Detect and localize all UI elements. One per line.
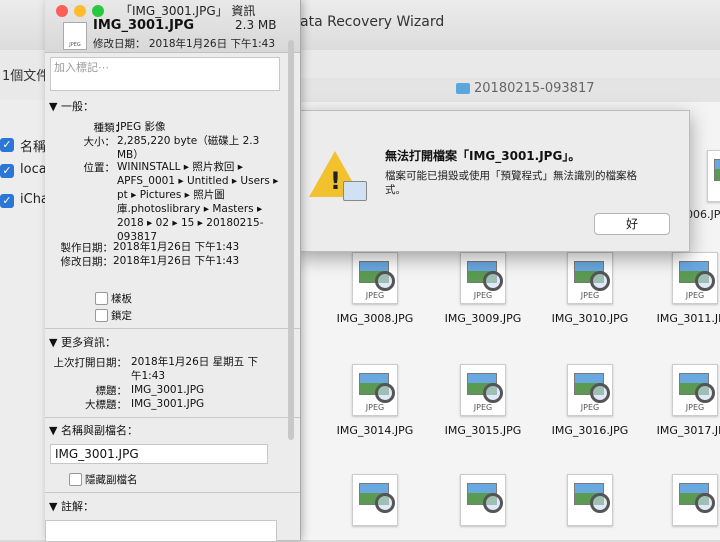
file-item-img-3009[interactable]: JPEG IMG_3009.JPG (433, 252, 533, 325)
file-name: IMG_3017.JPG (656, 424, 720, 437)
zoom-button[interactable] (92, 5, 104, 17)
ok-button[interactable]: 好 (594, 213, 670, 235)
file-item-img-3010[interactable]: JPEG IMG_3010.JPG (540, 252, 640, 325)
created-label: 製作日期： (60, 242, 114, 254)
get-info-window: 「IMG_3001.JPG」 資訊 JPEG IMG_3001.JPG 2.3 … (45, 0, 301, 542)
file-name: IMG_3014.JPG (336, 424, 414, 437)
hide-extension-checkbox[interactable] (69, 473, 82, 486)
folder-icon (456, 83, 470, 94)
tags-input[interactable]: 加入標記⋯ (50, 57, 280, 91)
jpeg-file-icon (352, 474, 398, 526)
jpeg-file-icon: JPEG (707, 150, 720, 202)
more-info-section-header[interactable]: ▼ 更多資訊： (49, 334, 116, 350)
last-opened-label: 上次打開日期： (53, 357, 128, 369)
last-opened-value: 2018年1月26日 星期五 下午1:43 (131, 356, 258, 382)
window-title: 「IMG_3001.JPG」 資訊 (120, 4, 256, 18)
file-item[interactable] (645, 474, 720, 526)
name-extension-section-header[interactable]: ▼ 名稱與副檔名： (49, 422, 138, 438)
general-section-header[interactable]: ▼ 一般： (49, 98, 94, 114)
file-name: IMG_3011.JPG (656, 312, 720, 325)
jpeg-file-icon: JPEG (352, 364, 398, 416)
header-file-name: IMG_3001.JPG (93, 18, 195, 33)
comments-section-header[interactable]: ▼ 註解： (49, 498, 94, 514)
divider (45, 328, 300, 329)
local-row-checkbox[interactable]: ✓ (0, 164, 14, 178)
modified-value: 2018年1月26日 下午1:43 (113, 255, 240, 267)
headline-label: 大標題： (85, 399, 127, 411)
stationery-checkbox[interactable] (95, 292, 108, 305)
divider (45, 492, 300, 493)
size-label: 大小： (83, 136, 116, 148)
title-label: 標題： (95, 385, 128, 397)
where-label: 位置： (83, 162, 116, 174)
stationery-label: 樣板 (111, 293, 132, 305)
file-item-img-3011[interactable]: JPEG IMG_3011.JPG (645, 252, 720, 325)
wizard-title: ata Recovery Wizard (300, 14, 445, 30)
jpeg-file-icon: JPEG (63, 22, 87, 50)
jpeg-file-icon (567, 474, 613, 526)
alert-message: 檔案可能已損毀或使用「預覽程式」無法識別的檔案格式。 (385, 170, 637, 196)
file-item-img-3016[interactable]: JPEG IMG_3016.JPG (540, 364, 640, 437)
header-modified-date: 修改日期： 2018年1月26日 下午1:43 (93, 38, 276, 50)
folder-name: 20180215-093817 (474, 81, 595, 96)
file-item-img-3017[interactable]: JPEG IMG_3017.JPG (645, 364, 720, 437)
locked-checkbox[interactable] (95, 309, 108, 322)
jpeg-file-icon: JPEG (672, 364, 718, 416)
divider (45, 417, 300, 418)
alert-title: 無法打開檔案「IMG_3001.JPG」。 (385, 149, 581, 163)
jpeg-file-icon: JPEG (460, 364, 506, 416)
minimize-button[interactable] (74, 5, 86, 17)
close-button[interactable] (56, 5, 68, 17)
kind-label: 種類： (93, 122, 126, 134)
jpeg-file-icon: JPEG (672, 252, 718, 304)
file-name: 006.JPG (686, 208, 720, 221)
scrollbar[interactable] (288, 40, 294, 440)
file-name: IMG_3015.JPG (444, 424, 522, 437)
jpeg-file-icon: JPEG (567, 364, 613, 416)
file-count-label: 1個文件 (2, 69, 50, 84)
wizard-left-panel: ✓ 名稱 ✓ loca ✓ iCha (0, 100, 49, 540)
name-column-label: 名稱 (20, 140, 47, 155)
info-titlebar[interactable]: 「IMG_3001.JPG」 資訊 JPEG IMG_3001.JPG 2.3 … (45, 0, 300, 53)
file-item[interactable] (325, 474, 425, 526)
where-value: WININSTALL ▸ 照片救回 ▸ APFS_0001 ▸ Untitled… (117, 161, 279, 243)
modified-label: 修改日期： (60, 256, 114, 268)
jpeg-file-icon (460, 474, 506, 526)
size-value: 2,285,220 byte（磁碟上 2.3 MB） (117, 135, 260, 161)
jpeg-file-icon: JPEG (460, 252, 506, 304)
header-file-size: 2.3 MB (235, 18, 277, 32)
hide-extension-label: 隱藏副檔名 (85, 474, 138, 486)
error-alert-dialog: ! 無法打開檔案「IMG_3001.JPG」。 檔案可能已損毀或使用「預覽程式」… (298, 110, 690, 252)
file-item-img-3008[interactable]: JPEG IMG_3008.JPG (325, 252, 425, 325)
preview-app-badge-icon (343, 181, 367, 201)
file-item[interactable] (433, 474, 533, 526)
jpeg-file-icon (672, 474, 718, 526)
folder-path-bar: 20180215-093817 (300, 78, 720, 102)
comments-textarea[interactable] (45, 520, 277, 542)
file-name: IMG_3008.JPG (336, 312, 414, 325)
file-name-input[interactable]: IMG_3001.JPG (50, 444, 268, 464)
file-item-img-3015[interactable]: JPEG IMG_3015.JPG (433, 364, 533, 437)
file-name: IMG_3009.JPG (444, 312, 522, 325)
file-item-img-3014[interactable]: JPEG IMG_3014.JPG (325, 364, 425, 437)
title-value: IMG_3001.JPG (131, 384, 205, 396)
created-value: 2018年1月26日 下午1:43 (113, 241, 240, 253)
file-item[interactable] (540, 474, 640, 526)
local-row-label: loca (20, 162, 47, 177)
headline-value: IMG_3001.JPG (131, 398, 205, 410)
file-name: IMG_3016.JPG (551, 424, 629, 437)
jpeg-file-icon: JPEG (567, 252, 613, 304)
exclamation-icon: ! (330, 167, 341, 195)
file-name: IMG_3010.JPG (551, 312, 629, 325)
kind-value: JPEG 影像 (117, 121, 166, 133)
locked-label: 鎖定 (111, 310, 132, 322)
ichat-row-checkbox[interactable]: ✓ (0, 194, 14, 208)
name-column-checkbox[interactable]: ✓ (0, 138, 14, 152)
jpeg-file-icon: JPEG (352, 252, 398, 304)
